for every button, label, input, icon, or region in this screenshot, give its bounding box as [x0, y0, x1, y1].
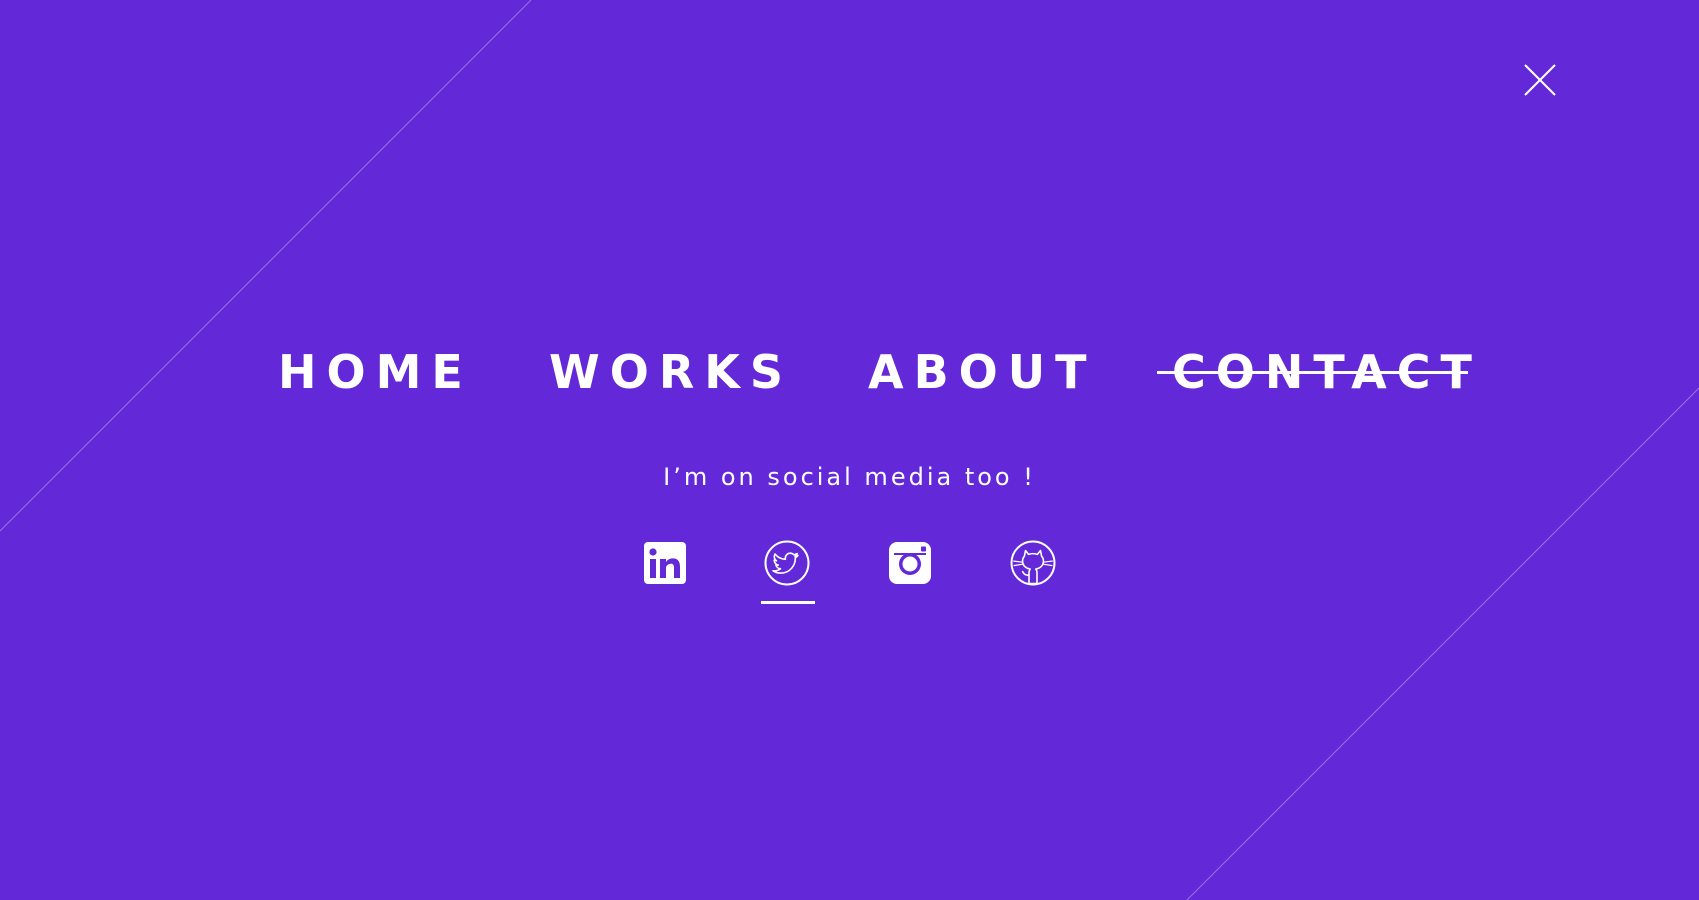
twitter-icon: [764, 540, 810, 586]
decorative-diagonal-lines: [0, 0, 1699, 900]
linkedin-icon: [644, 542, 686, 584]
social-link-linkedin[interactable]: [642, 540, 688, 586]
active-social-indicator: [761, 601, 815, 604]
social-link-instagram[interactable]: [887, 540, 933, 586]
close-icon: [1524, 64, 1556, 96]
nav-link-about[interactable]: ABOUT: [868, 342, 1097, 402]
close-menu-button[interactable]: [1524, 64, 1556, 96]
social-media-heading: I’m on social media too !: [663, 463, 1036, 491]
instagram-icon: [889, 542, 931, 584]
social-link-github[interactable]: [1010, 540, 1056, 586]
nav-link-works[interactable]: WORKS: [549, 342, 793, 402]
social-link-twitter[interactable]: [764, 540, 810, 586]
github-icon: [1010, 540, 1056, 586]
nav-link-home[interactable]: HOME: [278, 342, 473, 402]
contact-current-strikethrough: [1157, 371, 1468, 374]
